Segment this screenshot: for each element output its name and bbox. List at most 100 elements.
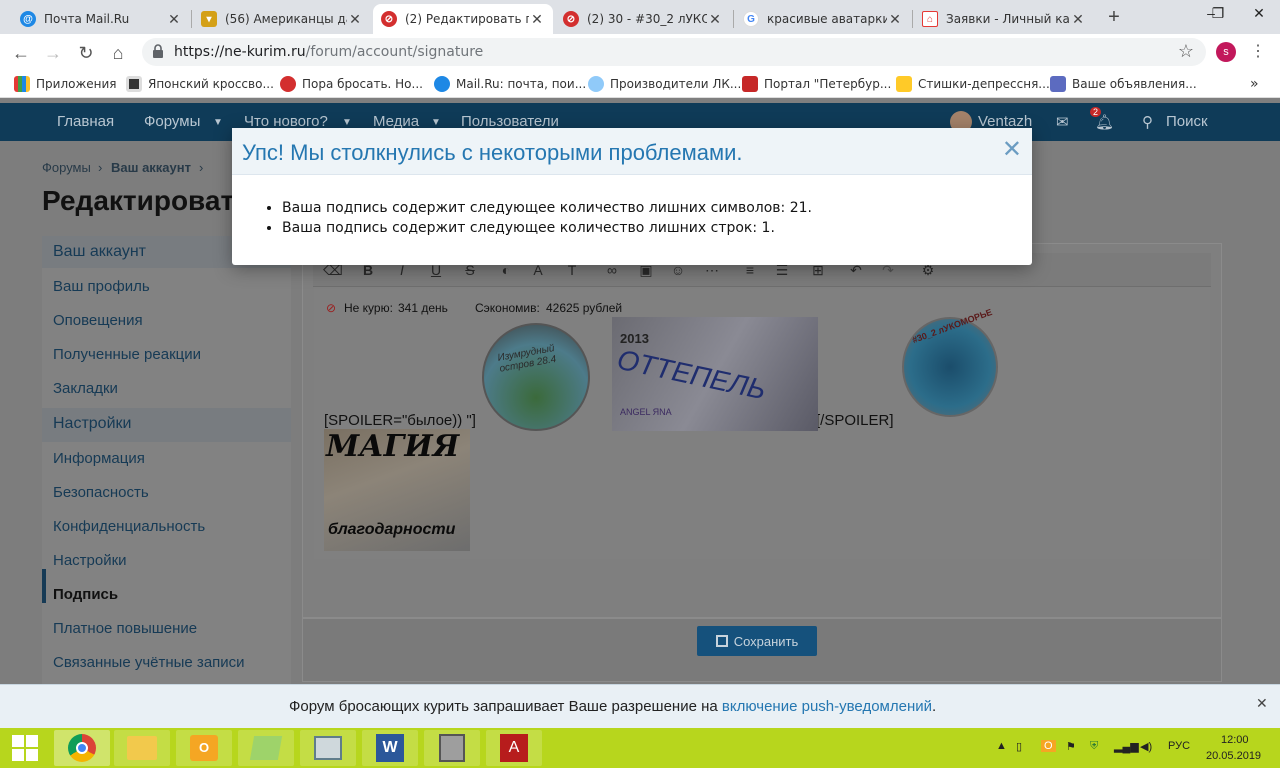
nav-home[interactable]: Главная: [57, 113, 114, 130]
bookmarks-overflow-icon[interactable]: »: [1250, 75, 1259, 93]
tab-title: Почта Mail.Ru: [44, 12, 130, 26]
forward-button[interactable]: →: [42, 42, 64, 64]
tray-expand-icon[interactable]: ▲: [996, 740, 1007, 752]
new-tab-button[interactable]: +: [1102, 6, 1126, 28]
sidebar-item-signature[interactable]: Подпись: [53, 586, 118, 603]
error-item: Ваша подпись содержит следующее количест…: [282, 200, 812, 216]
lukomorye-image: #30_2 лУКОМОРЬЕ: [902, 307, 998, 417]
alert-badge: 2: [1090, 107, 1102, 117]
taskbar-control-panel[interactable]: [300, 730, 356, 766]
tray-date[interactable]: 20.05.2019: [1206, 750, 1261, 762]
sidebar-item-reactions[interactable]: Полученные реакции: [53, 346, 201, 363]
reload-button[interactable]: ↻: [75, 42, 97, 64]
browser-menu-icon[interactable]: ⋮: [1250, 42, 1266, 62]
close-tab-icon[interactable]: ✕: [1070, 11, 1086, 28]
save-button[interactable]: Сохранить: [697, 626, 817, 656]
signature-editor-area[interactable]: ⊘ Не курю: 341 день Сэкономив: 42625 руб…: [314, 287, 1210, 559]
page-title: Редактироват: [42, 185, 235, 216]
close-tab-icon[interactable]: ✕: [166, 11, 182, 28]
signature-quit-value: 341 день: [398, 301, 448, 315]
push-enable-link[interactable]: включение push-уведомлений: [722, 698, 932, 715]
bookmark-label: Приложения: [36, 77, 117, 91]
tray-shield-icon[interactable]: ⛨: [1090, 740, 1098, 753]
tab-title: (56) Американцы дар: [225, 12, 347, 26]
house-icon: ⌂: [922, 11, 938, 27]
nav-forums[interactable]: Форумы: [144, 113, 200, 130]
close-tab-icon[interactable]: ✕: [347, 11, 363, 28]
close-icon[interactable]: ✕: [1002, 138, 1022, 162]
sidebar-item-profile[interactable]: Ваш профиль: [53, 278, 150, 295]
tab-applications[interactable]: ⌂ Заявки - Личный каб ✕: [914, 4, 1094, 34]
tray-time[interactable]: 12:00: [1221, 734, 1249, 746]
chevron-down-icon: ▼: [431, 117, 441, 128]
taskbar-notes[interactable]: [238, 730, 294, 766]
taskbar-acrobat[interactable]: A: [486, 730, 542, 766]
mail-ru-icon: [434, 76, 450, 92]
spoiler-close-tag: [/SPOILER]: [816, 412, 894, 429]
tray-network-icon[interactable]: ▂▄▆: [1114, 740, 1139, 753]
sidebar-item-connected-accounts[interactable]: Связанные учётные записи: [53, 654, 245, 671]
tab-mail-ru[interactable]: @ Почта Mail.Ru ✕: [12, 4, 190, 34]
home-button[interactable]: ⌂: [107, 42, 129, 64]
emerald-island-image: Изумрудный остров 28.4: [482, 323, 590, 431]
close-tab-icon[interactable]: ✕: [887, 11, 903, 28]
bookmark-ads[interactable]: Ваше объявления...: [1050, 75, 1197, 93]
inbox-icon[interactable]: ✉: [1056, 113, 1069, 131]
mail-ru-icon: @: [20, 11, 36, 27]
search-link[interactable]: Поиск: [1166, 113, 1208, 130]
sidebar-item-info[interactable]: Информация: [53, 450, 145, 467]
bookmark-label: Японский кроссво...: [148, 77, 274, 91]
start-button[interactable]: [6, 730, 46, 766]
breadcrumb-account[interactable]: Ваш аккаунт: [111, 160, 191, 175]
sidebar-item-upgrades[interactable]: Платное повышение: [53, 620, 197, 637]
back-button[interactable]: ←: [10, 42, 32, 64]
sidebar-item-preferences[interactable]: Настройки: [53, 552, 127, 569]
sidebar-header-settings[interactable]: Настройки: [42, 408, 291, 442]
tray-device-icon[interactable]: ▯: [1016, 740, 1022, 753]
maximize-button[interactable]: ❐: [1200, 0, 1236, 30]
breadcrumb-separator: ›: [199, 160, 204, 175]
control-panel-icon: [314, 736, 342, 760]
search-icon[interactable]: ⚲: [1142, 113, 1153, 131]
tab-edit-signature[interactable]: ⊘ (2) Редактировать по ✕: [373, 4, 553, 34]
taskbar-chrome[interactable]: [54, 730, 110, 766]
close-icon[interactable]: ✕: [1256, 695, 1268, 712]
bookmark-label: Ваше объявления...: [1072, 77, 1197, 91]
breadcrumb-forums[interactable]: Форумы: [42, 160, 91, 175]
outlook-icon: O: [190, 735, 218, 761]
tray-language[interactable]: РУС: [1168, 740, 1190, 752]
taskbar-outlook[interactable]: O: [176, 730, 232, 766]
poem-icon: [896, 76, 912, 92]
tab-title: красивые аватарки д: [767, 12, 887, 26]
bookmark-petersburg[interactable]: Портал "Петербур...: [742, 75, 891, 93]
bookmark-mail-ru[interactable]: Mail.Ru: почта, пои...: [434, 75, 586, 93]
chrome-icon: [68, 734, 96, 762]
url-text: https://ne-kurim.ru/forum/account/signat…: [174, 44, 483, 60]
tab-lukomorye[interactable]: ⊘ (2) 30 - #30_2 лУКОМ ✕: [555, 4, 731, 34]
taskbar-word[interactable]: W: [362, 730, 418, 766]
tray-volume-icon[interactable]: ◀): [1140, 740, 1152, 753]
word-icon: W: [376, 734, 404, 762]
tray-outlook-icon[interactable]: O: [1041, 740, 1056, 752]
bookmark-poems[interactable]: Стишки-депрессня...: [896, 75, 1050, 93]
taskbar-devices[interactable]: [424, 730, 480, 766]
tray-flag-icon[interactable]: ⚑: [1066, 740, 1076, 753]
sidebar-item-security[interactable]: Безопасность: [53, 484, 149, 501]
close-tab-icon[interactable]: ✕: [529, 11, 545, 28]
bookmark-apps[interactable]: Приложения: [14, 75, 117, 93]
address-bar[interactable]: https://ne-kurim.ru/forum/account/signat…: [142, 38, 1206, 66]
sidebar-item-privacy[interactable]: Конфиденциальность: [53, 518, 205, 535]
sidebar-item-bookmarks[interactable]: Закладки: [53, 380, 118, 397]
close-window-button[interactable]: ✕: [1238, 0, 1280, 30]
close-tab-icon[interactable]: ✕: [707, 11, 723, 28]
tab-google-avatars[interactable]: G красивые аватарки д ✕: [735, 4, 911, 34]
bookmark-crossword[interactable]: Японский кроссво...: [126, 75, 274, 93]
push-text: Форум бросающих курить запрашивает Ваше …: [289, 698, 722, 715]
bookmark-producers[interactable]: Производители ЛК...: [588, 75, 741, 93]
bookmark-star-icon[interactable]: ☆: [1178, 41, 1194, 62]
sidebar-item-alerts[interactable]: Оповещения: [53, 312, 143, 329]
profile-avatar[interactable]: s: [1216, 42, 1236, 62]
taskbar-explorer[interactable]: [114, 730, 170, 766]
bookmark-quit-time[interactable]: Пора бросать. Но...: [280, 75, 423, 93]
tab-americans[interactable]: ▾ (56) Американцы дар ✕: [193, 4, 371, 34]
